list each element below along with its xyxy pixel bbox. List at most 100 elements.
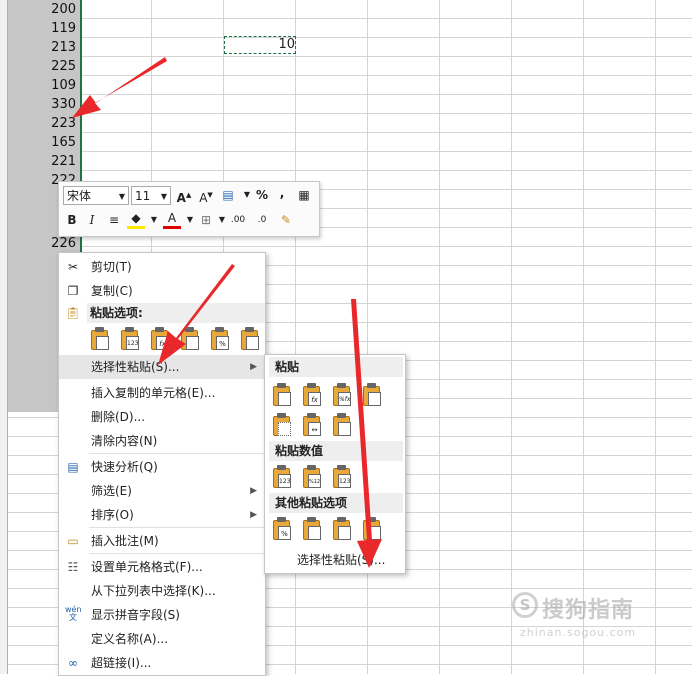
cell[interactable]: 200	[10, 0, 76, 19]
menu-item-label: 排序(O)	[91, 508, 134, 522]
paste-icon[interactable]	[271, 383, 293, 407]
comma-button[interactable]: ,	[273, 184, 291, 202]
paste-icon-label	[338, 526, 351, 540]
menu-item-hyperlink[interactable]: ∞ 超链接(I)...	[59, 651, 265, 675]
paste-values-icon[interactable]: 123	[119, 327, 141, 351]
submenu-section-other-paste: 其他粘贴选项	[269, 493, 403, 513]
increase-font-icon[interactable]: A▲	[175, 186, 193, 205]
menu-separator	[89, 453, 265, 454]
paste-icon-label	[96, 336, 109, 350]
paste-column-widths-icon[interactable]: ↔	[301, 413, 323, 437]
format-painter-icon[interactable]: ✎	[277, 211, 295, 229]
context-menu: ✂ 剪切(T) ❐ 复制(C) 📋︎ 粘贴选项: 123 fx % 选择性粘贴(…	[58, 252, 266, 676]
paste-icon-label	[246, 336, 259, 350]
paste-icon-label: ↔	[308, 422, 321, 436]
accounting-format-icon[interactable]: ▤	[219, 186, 237, 204]
menu-item-delete[interactable]: 删除(D)...	[59, 405, 265, 429]
comment-icon: ▭	[67, 534, 79, 548]
menu-item-label: 筛选(E)	[91, 484, 132, 498]
cell[interactable]: 119	[10, 19, 76, 38]
format-painter-grid-icon[interactable]: ▦	[295, 186, 313, 204]
paste-transpose-icon[interactable]	[331, 413, 353, 437]
menu-item-define-name[interactable]: 定义名称(A)...	[59, 627, 265, 651]
paste-link-icon[interactable]	[239, 327, 261, 351]
font-size-value: 11	[135, 189, 151, 203]
menu-item-sort[interactable]: 排序(O) ▶	[59, 503, 265, 527]
menu-item-label: 快速分析(Q)	[91, 460, 158, 474]
menu-item-paste-special[interactable]: 选择性粘贴(S)... ▶	[59, 355, 265, 379]
cell[interactable]: 213	[10, 38, 76, 57]
menu-item-format-cells[interactable]: ☷ 设置单元格格式(F)...	[59, 555, 265, 579]
paste-icon-label	[278, 422, 291, 436]
cell[interactable]: 330	[10, 95, 76, 114]
cell[interactable]: 109	[10, 76, 76, 95]
fill-color-icon[interactable]: ◆	[127, 211, 145, 229]
menu-item-quick-analysis[interactable]: ▤ 快速分析(Q)	[59, 455, 265, 479]
paste-values-source-format-icon[interactable]: 123	[331, 465, 353, 489]
font-name-value: 宋体	[67, 189, 92, 203]
paste-linked-picture-icon[interactable]	[361, 517, 383, 541]
cell[interactable]: 225	[10, 57, 76, 76]
sogou-logo-icon: S	[512, 592, 538, 618]
paste-icon-label: fx	[308, 392, 321, 406]
paste-values-icon[interactable]: 123	[271, 465, 293, 489]
percent-button[interactable]: %	[253, 186, 271, 204]
paste-transpose-icon[interactable]	[179, 327, 201, 351]
quick-analysis-icon: ▤	[67, 460, 79, 474]
cell[interactable]: 165	[10, 133, 76, 152]
paste-keep-format-icon[interactable]	[361, 383, 383, 407]
menu-item-label: 插入复制的单元格(E)...	[91, 386, 216, 400]
menu-item-phonetic[interactable]: wén 文 显示拼音字段(S)	[59, 603, 265, 627]
italic-button[interactable]: I	[83, 211, 101, 229]
paste-icon-label	[368, 526, 381, 540]
font-size-select[interactable]: 11 ▼	[131, 186, 171, 205]
format-cells-icon: ☷	[67, 560, 79, 574]
decrease-decimal-button[interactable]: .0	[253, 211, 271, 229]
paste-no-borders-icon[interactable]	[271, 413, 293, 437]
cell[interactable]: 221	[10, 152, 76, 171]
menu-item-cut[interactable]: ✂ 剪切(T)	[59, 255, 265, 279]
menu-item-label: 复制(C)	[91, 284, 133, 298]
font-color-button[interactable]: A	[163, 211, 181, 229]
paste-icon-label: 123	[126, 336, 139, 350]
increase-decimal-button[interactable]: .00	[229, 211, 247, 229]
menu-separator	[89, 553, 265, 554]
align-center-icon[interactable]: ≡	[105, 211, 123, 229]
paste-icon[interactable]	[89, 327, 111, 351]
menu-item-label: 清除内容(N)	[91, 434, 158, 448]
paste-formatting-icon[interactable]: %	[271, 517, 293, 541]
menu-item-label: 剪切(T)	[91, 260, 132, 274]
menu-item-label: 设置单元格格式(F)...	[91, 560, 203, 574]
paste-icon-label: %fx	[338, 392, 351, 406]
paste-formulas-icon[interactable]: fx	[149, 327, 171, 351]
menu-item-clear[interactable]: 清除内容(N)	[59, 429, 265, 453]
row-header-strip[interactable]	[0, 0, 8, 674]
clipboard-icon: 📋︎	[65, 306, 81, 320]
paste-special-submenu: 粘贴 fx %fx ↔ 粘贴数值 123 %123 123 其他粘贴选项 % 选…	[264, 354, 406, 574]
paste-formulas-number-format-icon[interactable]: %fx	[331, 383, 353, 407]
font-name-select[interactable]: 宋体 ▼	[63, 186, 129, 205]
submenu-section-paste: 粘贴	[269, 357, 403, 377]
cell[interactable]: 223	[10, 114, 76, 133]
menu-item-copy[interactable]: ❐ 复制(C)	[59, 279, 265, 303]
menu-item-pick-from-list[interactable]: 从下拉列表中选择(K)...	[59, 579, 265, 603]
paste-picture-icon[interactable]	[331, 517, 353, 541]
watermark: S 搜狗指南 zhinan.sogou.com	[512, 588, 682, 639]
paste-values-number-format-icon[interactable]: %123	[301, 465, 323, 489]
menu-item-filter[interactable]: 筛选(E) ▶	[59, 479, 265, 503]
paste-icon-label: 123	[338, 474, 351, 488]
menu-item-insert-comment[interactable]: ▭ 插入批注(M)	[59, 529, 265, 553]
paste-formatting-icon[interactable]: %	[209, 327, 231, 351]
submenu-paste-special-item[interactable]: 选择性粘贴(S)...	[297, 551, 385, 568]
paste-link-icon[interactable]	[301, 517, 323, 541]
paste-formulas-icon[interactable]: fx	[301, 383, 323, 407]
bold-button[interactable]: B	[63, 211, 81, 229]
decrease-font-icon[interactable]: A▼	[197, 186, 215, 205]
chevron-down-icon[interactable]: ▼	[145, 211, 163, 229]
copied-cell[interactable]: 10	[224, 36, 296, 54]
paste-options-header: 粘贴选项:	[87, 303, 265, 323]
menu-item-insert-copied[interactable]: 插入复制的单元格(E)...	[59, 381, 265, 405]
menu-item-label: 显示拼音字段(S)	[91, 608, 180, 622]
chevron-down-icon: ▼	[160, 192, 167, 201]
paste-icon-label	[278, 392, 291, 406]
